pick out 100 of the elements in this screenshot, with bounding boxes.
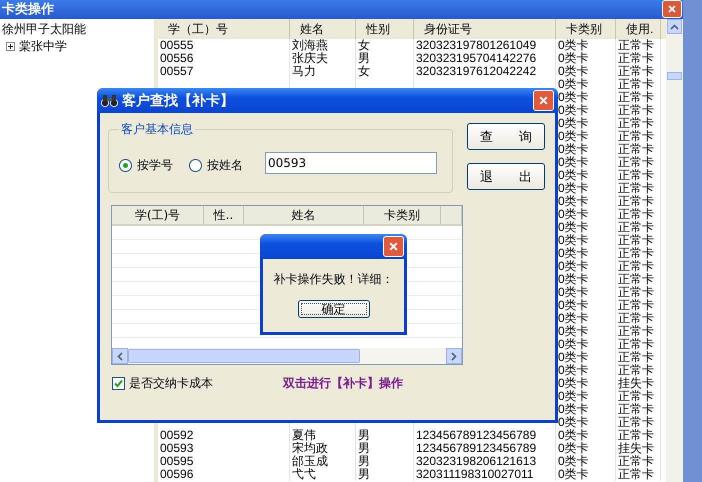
table-cell: 正常卡 bbox=[616, 403, 661, 416]
action-button[interactable]: 退 出 bbox=[467, 163, 545, 190]
column-header[interactable]: 身份证号 bbox=[414, 19, 556, 39]
table-cell: 00593 bbox=[158, 442, 290, 455]
hint-text: 双击进行【补卡】操作 bbox=[283, 375, 403, 392]
table-cell: 正常卡 bbox=[616, 468, 661, 481]
table-cell: 正常卡 bbox=[616, 39, 661, 52]
table-cell: 正常卡 bbox=[616, 104, 661, 117]
action-button[interactable]: 查 询 bbox=[467, 123, 545, 150]
column-header[interactable]: 性.. bbox=[204, 206, 244, 224]
table-cell: 0类卡 bbox=[556, 468, 616, 481]
binoculars-icon bbox=[101, 93, 118, 108]
table-cell: 挂失卡 bbox=[616, 377, 661, 390]
table-cell: 正常卡 bbox=[616, 234, 661, 247]
table-cell: 男 bbox=[356, 468, 414, 481]
table-cell: 弋弋 bbox=[290, 468, 356, 481]
table-cell: 正常卡 bbox=[616, 208, 661, 221]
column-header[interactable]: 学（工）号 bbox=[158, 19, 290, 39]
column-header[interactable]: 姓名 bbox=[244, 206, 364, 224]
table-cell: 320323197612042242 bbox=[414, 65, 556, 78]
close-button[interactable] bbox=[383, 236, 404, 257]
table-cell: 正常卡 bbox=[616, 325, 661, 338]
scroll-up-button[interactable] bbox=[667, 19, 682, 34]
table-cell: 正常卡 bbox=[616, 455, 661, 468]
column-header[interactable]: 使用. bbox=[616, 19, 661, 39]
radio-option[interactable]: 按学号 bbox=[119, 156, 173, 174]
close-icon bbox=[667, 4, 677, 14]
table-cell: 00556 bbox=[158, 52, 290, 65]
table-cell: 正常卡 bbox=[616, 195, 661, 208]
table-cell: 0类卡 bbox=[556, 455, 616, 468]
scroll-left-button[interactable] bbox=[112, 348, 128, 364]
table-cell: 00595 bbox=[158, 455, 290, 468]
scroll-thumb[interactable] bbox=[128, 349, 360, 363]
tree-item[interactable]: 徐州甲子太阳能 bbox=[2, 21, 154, 38]
table-cell: 正常卡 bbox=[616, 416, 661, 429]
table-cell: 正常卡 bbox=[616, 182, 661, 195]
horizontal-scrollbar[interactable] bbox=[112, 348, 462, 364]
table-cell: 320323197801261049 bbox=[414, 39, 556, 52]
group-title: 客户基本信息 bbox=[120, 121, 194, 138]
table-cell: 正常卡 bbox=[616, 156, 661, 169]
table-cell: 正常卡 bbox=[616, 338, 661, 351]
table-cell: 0类卡 bbox=[556, 65, 616, 78]
scrollbar[interactable] bbox=[666, 19, 683, 482]
table-cell: 0类卡 bbox=[556, 52, 616, 65]
column-header[interactable]: 性别 bbox=[356, 19, 414, 39]
column-header[interactable]: 卡类别 bbox=[364, 206, 441, 224]
table-cell: 正常卡 bbox=[616, 65, 661, 78]
table-cell: 0类卡 bbox=[556, 429, 616, 442]
expand-icon[interactable] bbox=[6, 42, 15, 51]
column-header[interactable]: 姓名 bbox=[290, 19, 356, 39]
table-cell: 320323195704142276 bbox=[414, 52, 556, 65]
table-cell: 00555 bbox=[158, 39, 290, 52]
scroll-thumb[interactable] bbox=[667, 72, 682, 80]
radio-selected-icon[interactable] bbox=[119, 158, 132, 172]
cost-checkbox[interactable]: 是否交纳卡成本 bbox=[112, 375, 213, 392]
table-cell: 正常卡 bbox=[616, 52, 661, 65]
close-icon bbox=[388, 241, 399, 252]
column-header[interactable]: 卡类别 bbox=[556, 19, 616, 39]
close-button[interactable] bbox=[662, 0, 682, 18]
table-cell: 女 bbox=[356, 39, 414, 52]
table-cell: 夏伟 bbox=[290, 429, 356, 442]
table-cell: 正常卡 bbox=[616, 221, 661, 234]
table-cell: 马力 bbox=[290, 65, 356, 78]
table-cell: 女 bbox=[356, 65, 414, 78]
ok-button[interactable]: 确定 bbox=[298, 300, 370, 318]
table-cell: 正常卡 bbox=[616, 273, 661, 286]
table-cell: 00592 bbox=[158, 429, 290, 442]
tree-item[interactable]: 棠张中学 bbox=[19, 38, 67, 55]
checked-box-icon[interactable] bbox=[112, 377, 125, 390]
table-cell: 正常卡 bbox=[616, 78, 661, 91]
scroll-right-button[interactable] bbox=[446, 348, 462, 364]
table-cell: 正常卡 bbox=[616, 299, 661, 312]
window-title: 卡类操作 bbox=[2, 1, 54, 19]
close-button[interactable] bbox=[533, 90, 554, 111]
table-cell: 男 bbox=[356, 429, 414, 442]
table-cell: 宋均政 bbox=[290, 442, 356, 455]
table-cell: 00596 bbox=[158, 468, 290, 481]
table-cell: 00557 bbox=[158, 65, 290, 78]
table-cell: 正常卡 bbox=[616, 169, 661, 182]
table-cell: 正常卡 bbox=[616, 364, 661, 377]
table-cell: 男 bbox=[356, 52, 414, 65]
table-cell: 张庆夫 bbox=[290, 52, 356, 65]
column-header[interactable]: 学(工)号 bbox=[112, 206, 204, 224]
table-cell: 正常卡 bbox=[616, 117, 661, 130]
table-cell: 邰玉成 bbox=[290, 455, 356, 468]
table-cell: 正常卡 bbox=[616, 247, 661, 260]
table-cell: 正常卡 bbox=[616, 312, 661, 325]
radio-icon[interactable] bbox=[189, 158, 202, 172]
table-cell: 挂失卡 bbox=[616, 442, 661, 455]
table-cell: 正常卡 bbox=[616, 429, 661, 442]
close-icon bbox=[538, 95, 549, 106]
dialog-title: 客户查找【补卡】 bbox=[122, 92, 235, 110]
search-field[interactable]: 00593 bbox=[265, 152, 437, 174]
table-cell: 正常卡 bbox=[616, 390, 661, 403]
table-cell: 123456789123456789 bbox=[414, 442, 556, 455]
radio-option[interactable]: 按姓名 bbox=[189, 156, 243, 174]
table-cell: 正常卡 bbox=[616, 260, 661, 273]
table-cell: 320323198206121613 bbox=[414, 455, 556, 468]
table-cell: 正常卡 bbox=[616, 143, 661, 156]
table-cell: 0类卡 bbox=[556, 442, 616, 455]
